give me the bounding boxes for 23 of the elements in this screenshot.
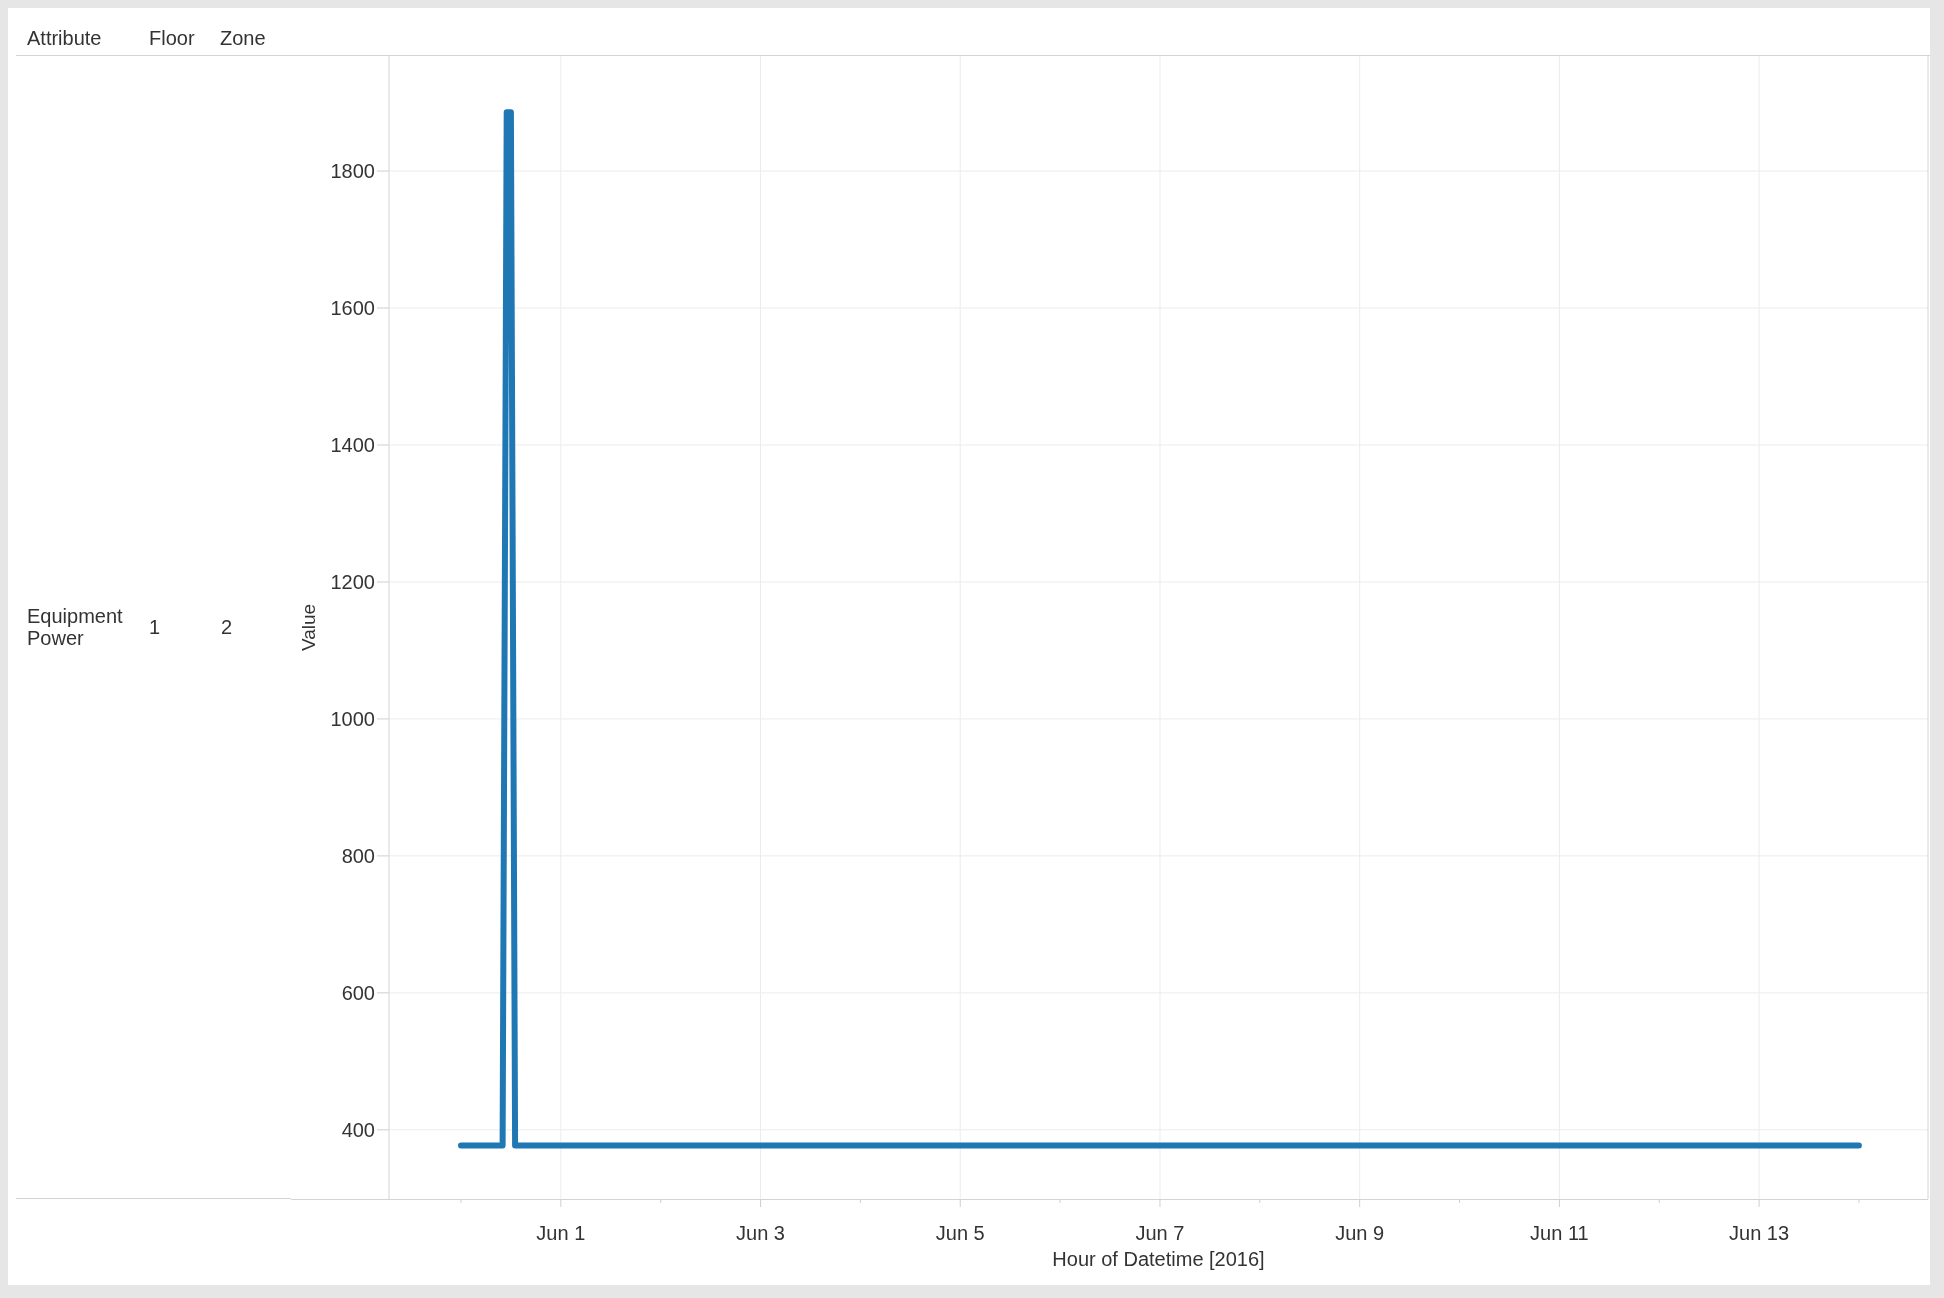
axis-tick-label: 600 — [341, 981, 375, 1004]
row-label: 1 — [149, 616, 161, 638]
axis-tick-label: Jun 5 — [935, 1222, 985, 1244]
row-label: 2 — [221, 616, 233, 638]
axis-tick-label: 1200 — [330, 570, 375, 593]
axis-title: Hour of Datetime [2016] — [1052, 1248, 1265, 1270]
axis-tick-label: 1800 — [330, 160, 375, 183]
column-header: Zone — [220, 26, 267, 51]
axis-title: Value — [298, 603, 319, 652]
axis-tick-label: Jun 1 — [536, 1222, 586, 1244]
axis-tick-label: 1000 — [330, 707, 375, 730]
axis-tick-label: 800 — [341, 844, 375, 867]
axis-tick-label: Jun 7 — [1135, 1222, 1185, 1244]
axis-tick-label: Jun 9 — [1335, 1222, 1385, 1244]
row-label: Equipment Power — [26, 605, 124, 649]
axis-tick-label: Jun 13 — [1729, 1222, 1790, 1244]
axis-tick-label: Jun 11 — [1530, 1222, 1589, 1244]
column-header: Floor — [149, 26, 196, 51]
axis-tick-label: 1600 — [330, 297, 375, 319]
axis-tick-label: Jun 3 — [736, 1222, 785, 1244]
column-header: Attribute — [26, 26, 103, 51]
axis-tick-label: 1400 — [330, 434, 375, 456]
axis-tick-label: 400 — [341, 1118, 375, 1141]
